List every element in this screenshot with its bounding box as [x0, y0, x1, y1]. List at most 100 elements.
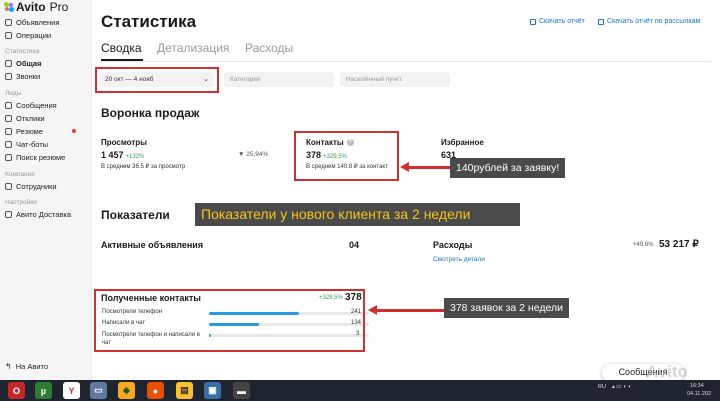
received-highlight-box: [94, 289, 365, 352]
folder-icon[interactable]: ▤: [176, 382, 193, 399]
tab-details[interactable]: Детализация: [157, 41, 229, 55]
sidebar-item-operations[interactable]: Операции: [5, 31, 51, 40]
price-callout: 140рублей за заявку!: [450, 158, 566, 178]
location-select[interactable]: Населённый пункт: [340, 72, 450, 87]
avito-pro-logo[interactable]: Avito Pro: [4, 0, 68, 14]
views-value: 1 457 +132%: [101, 150, 144, 160]
sidebar-item-calls[interactable]: Звонки: [5, 72, 40, 81]
sidebar: Avito Pro Объявления Операции Статистика…: [0, 0, 92, 380]
download-mailing-label: Скачать отчёт по рассылкам: [607, 18, 701, 25]
download-mailing-report-link[interactable]: Скачать отчёт по рассылкам: [598, 18, 700, 25]
sidebar-section-settings: Настройки: [5, 199, 37, 206]
favorites-label: Избранное: [441, 138, 484, 147]
views-avg: В среднем 36.5 ₽ за просмотр: [101, 164, 186, 170]
download-report-link[interactable]: Скачать отчёт: [530, 18, 585, 25]
conversion-value: 25,94%: [246, 151, 269, 158]
funnel-title: Воронка продаж: [101, 106, 200, 120]
filter-icon: ▼: [238, 151, 245, 158]
os-taskbar: O µ Y ▭ ◆ ● ▤ ▣ ▬ RU ▴ ▭ ◖ ◗ 16:34 04.11…: [0, 380, 720, 401]
sidebar-item-label: Объявления: [16, 18, 60, 27]
brand-name: Avito: [16, 0, 46, 14]
language-indicator[interactable]: RU: [598, 384, 606, 390]
firefox-icon[interactable]: ●: [147, 382, 164, 399]
sidebar-item-employees[interactable]: Сотрудники: [5, 182, 57, 191]
photo-viewer-icon[interactable]: ▣: [204, 382, 221, 399]
see-details-link[interactable]: Смотреть детали: [433, 256, 485, 263]
clock-time[interactable]: 16:34: [690, 383, 704, 389]
response-icon: [5, 115, 12, 122]
sidebar-item-chatbots[interactable]: Чат-боты: [5, 140, 48, 149]
tab-summary[interactable]: Сводка: [101, 41, 142, 55]
active-ads-label: Активные объявления: [101, 240, 204, 250]
sidebar-item-label: Общая: [16, 59, 42, 68]
file-manager-icon[interactable]: ▭: [90, 382, 107, 399]
sidebar-item-label: Операции: [16, 31, 52, 40]
sidebar-item-general[interactable]: Общая: [5, 59, 41, 68]
sidebar-section-leads: Лиды: [5, 90, 22, 97]
search-icon: [5, 154, 12, 161]
contacts-callout: 378 заявок за 2 недели: [444, 298, 569, 318]
expenses-label: Расходы: [433, 240, 473, 250]
download-icon: [530, 18, 536, 25]
delivery-icon: [5, 211, 12, 218]
funnel-conversion: ▼ 25,94%: [238, 151, 268, 158]
expenses-value: 53 217 ₽: [659, 239, 699, 250]
new-client-banner: Показатели у нового клиента за 2 недели: [195, 203, 520, 226]
download-report-label: Скачать отчёт: [539, 18, 585, 25]
sidebar-section-company: Компания: [5, 171, 35, 178]
app-window-icon[interactable]: ▬: [233, 382, 250, 399]
page-title: Статистика: [101, 12, 197, 31]
ads-icon: [5, 19, 12, 26]
indicators-title: Показатели: [101, 208, 170, 222]
views-growth: +132%: [125, 154, 145, 160]
arrow-line: [408, 166, 452, 169]
bot-icon: [5, 141, 12, 148]
brand-suffix: Pro: [49, 0, 69, 14]
sidebar-item-messages[interactable]: Сообщения: [5, 101, 57, 110]
sidebar-item-label: Отклики: [16, 114, 45, 123]
download-icon: [598, 18, 604, 25]
yandex-browser-icon[interactable]: Y: [63, 382, 80, 399]
contacts-highlight-box: [294, 131, 399, 181]
sidebar-item-resume-search[interactable]: Поиск резюме: [5, 153, 65, 162]
app-icon[interactable]: ◆: [118, 382, 135, 399]
message-icon: [5, 102, 12, 109]
back-link-label: На Авито: [15, 362, 49, 371]
location-placeholder: Населённый пункт: [346, 76, 402, 83]
active-ads-value: 04: [349, 240, 360, 250]
back-arrow-icon: ↰: [5, 362, 12, 371]
sidebar-item-label: Сообщения: [16, 101, 57, 110]
sidebar-item-responses[interactable]: Отклики: [5, 114, 45, 123]
sidebar-item-resume[interactable]: Резюме: [5, 127, 43, 136]
avito-logo-icon: [4, 2, 14, 12]
operations-icon: [5, 32, 12, 39]
sidebar-section-stats: Статистика: [5, 48, 40, 55]
sidebar-item-label: Резюме: [16, 127, 43, 136]
sidebar-item-label: Поиск резюме: [16, 153, 66, 162]
opera-icon[interactable]: O: [8, 382, 25, 399]
main-content: Статистика Скачать отчёт Скачать отчёт п…: [92, 0, 720, 380]
sidebar-item-label: Чат-боты: [16, 140, 49, 149]
category-select[interactable]: Категория: [224, 72, 334, 87]
torrent-icon[interactable]: µ: [35, 382, 52, 399]
back-to-avito-link[interactable]: ↰ На Авито: [5, 362, 48, 371]
phone-icon: [5, 73, 12, 80]
avito-watermark: Avito: [646, 362, 688, 381]
sidebar-item-delivery[interactable]: Авито Доставка: [5, 210, 71, 219]
notification-dot: [72, 129, 76, 133]
category-placeholder: Категория: [230, 76, 261, 83]
resume-icon: [5, 128, 12, 135]
team-icon: [5, 183, 12, 190]
expenses-growth: +49,6%: [633, 242, 654, 248]
tabs-divider: [101, 61, 711, 62]
arrow-line: [376, 309, 444, 312]
sidebar-item-ads[interactable]: Объявления: [5, 18, 59, 27]
clock-date[interactable]: 04.11.202: [687, 391, 711, 397]
tray-icons[interactable]: ▴ ▭ ◖ ◗: [612, 384, 631, 390]
date-highlight-box: [95, 67, 219, 93]
sidebar-item-label: Звонки: [16, 72, 41, 81]
sidebar-item-label: Сотрудники: [16, 182, 57, 191]
chart-icon: [5, 60, 12, 67]
tab-expenses[interactable]: Расходы: [245, 41, 293, 55]
views-label: Просмотры: [101, 138, 148, 147]
